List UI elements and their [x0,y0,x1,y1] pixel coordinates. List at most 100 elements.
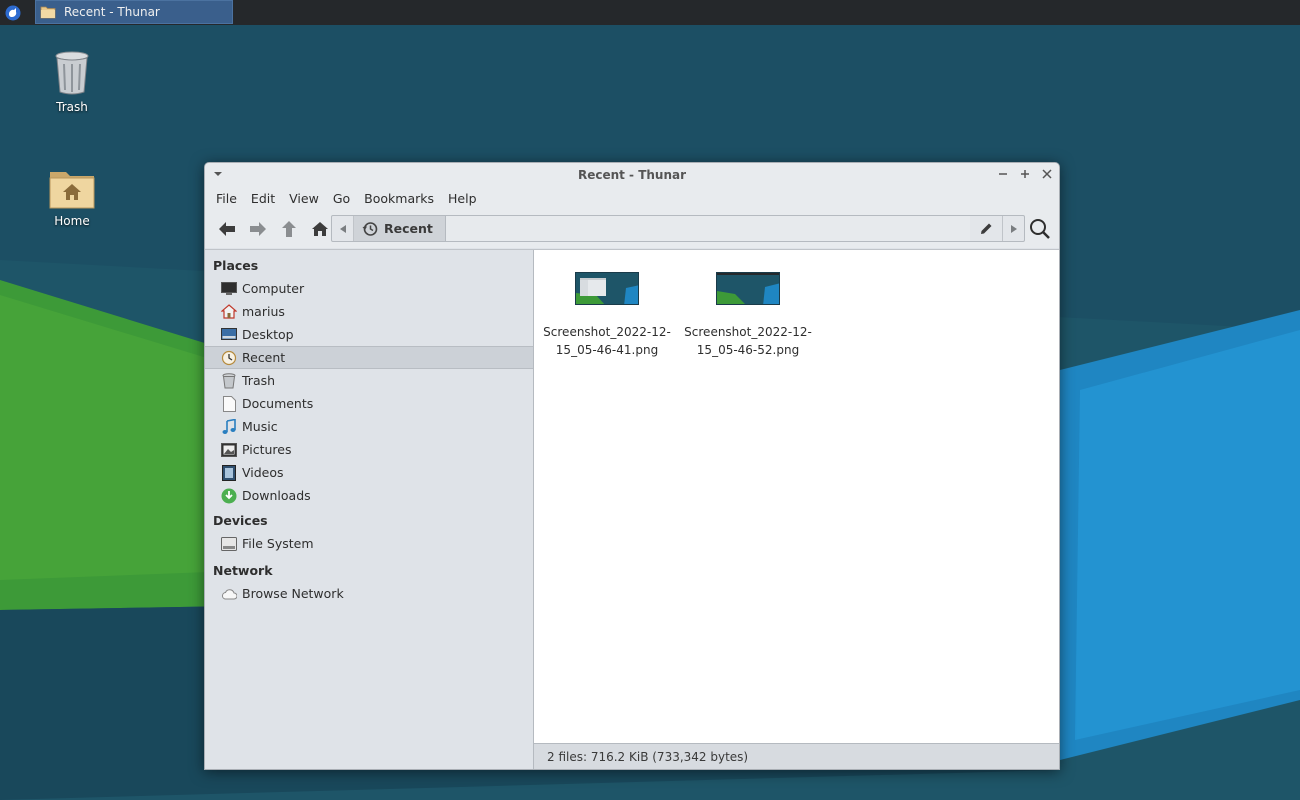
thunar-window: Recent - Thunar File Edit View Go Bookma… [204,162,1060,770]
network-heading: Network [213,563,273,578]
path-scroll-right-button[interactable] [1002,216,1024,241]
window-title: Recent - Thunar [577,167,687,182]
home-icon [311,222,328,236]
content-area: Places Computer marius Desktop Recent Tr… [205,249,1059,769]
document-icon [220,395,238,412]
trash-icon [220,372,238,389]
arrow-up-icon [281,221,296,237]
sidebar-item-marius[interactable]: marius [205,300,533,323]
xfce-logo-icon [5,5,21,20]
search-button[interactable] [1029,218,1051,243]
sidebar-item-label: Videos [242,465,284,480]
menu-edit[interactable]: Edit [244,191,282,206]
videos-icon [220,464,238,481]
sidebar-item-label: Pictures [242,442,292,457]
sidebar-item-label: Desktop [242,327,294,342]
close-icon [1042,169,1052,179]
sidebar-item-label: Recent [242,350,286,365]
menu-file[interactable]: File [209,191,244,206]
sidebar-item-trash[interactable]: Trash [205,369,533,392]
top-panel: Recent - Thunar [0,0,1300,25]
sidebar-item-label: File System [242,536,314,551]
downloads-icon [220,488,238,504]
edit-location-button[interactable] [970,216,1002,241]
sidebar-item-label: Trash [242,373,276,388]
sidebar-item-label: Documents [242,396,314,411]
file-thumbnail [575,272,639,305]
maximize-icon [1021,170,1029,178]
file-item[interactable]: Screenshot_2022-12-15_05-46-52.png [683,272,813,359]
file-item[interactable]: Screenshot_2022-12-15_05-46-41.png [542,272,672,359]
maximize-button[interactable] [1019,167,1031,181]
taskbar-window-button[interactable]: Recent - Thunar [35,0,233,24]
file-thumbnail [716,272,780,305]
menu-bookmarks[interactable]: Bookmarks [357,191,441,206]
sidebar-item-downloads[interactable]: Downloads [205,484,533,507]
pictures-icon [220,442,238,458]
devices-heading: Devices [213,513,268,528]
path-bar: Recent [331,215,1025,242]
sidebar-item-label: Computer [242,281,305,296]
sidebar-item-label: Downloads [242,488,311,503]
recent-icon [220,350,238,366]
music-icon [220,418,238,435]
desktop-trash[interactable]: Trash [32,50,112,114]
forward-button[interactable] [242,215,273,243]
menu-go[interactable]: Go [326,191,357,206]
sidebar-item-browse-network[interactable]: Browse Network [205,582,533,605]
file-name: Screenshot_2022-12-15_05-46-41.png [543,325,671,357]
path-empty-area[interactable] [445,216,970,241]
minimize-button[interactable] [997,167,1009,181]
toolbar: Recent [205,210,1059,248]
triangle-right-icon [1010,224,1017,233]
sidebar-item-label: Music [242,419,278,434]
file-view: Screenshot_2022-12-15_05-46-41.png Scree… [534,250,1059,769]
back-button[interactable] [211,215,242,243]
trash-icon [55,51,89,95]
path-current-label: Recent [384,221,433,236]
desktop-trash-label: Trash [56,100,88,114]
sidebar-item-documents[interactable]: Documents [205,392,533,415]
menu-help[interactable]: Help [441,191,484,206]
arrow-right-icon [249,222,266,236]
applications-menu-button[interactable] [0,0,26,25]
sidebar-item-desktop[interactable]: Desktop [205,323,533,346]
home-folder-icon [49,172,95,209]
triangle-left-icon [339,224,346,233]
desktop-home[interactable]: Home [32,168,112,228]
sidebar-item-pictures[interactable]: Pictures [205,438,533,461]
status-bar: 2 files: 716.2 KiB (733,342 bytes) [534,743,1059,769]
places-heading: Places [213,258,259,273]
up-button[interactable] [273,215,304,243]
title-bar[interactable]: Recent - Thunar [205,163,1059,186]
sidebar-item-file-system[interactable]: File System [205,532,533,555]
folder-icon [40,6,56,19]
desktop-icon [220,327,238,343]
path-button-recent[interactable]: Recent [354,216,446,241]
taskbar-window-label: Recent - Thunar [64,5,160,19]
close-button[interactable] [1041,167,1053,181]
path-scroll-left-button[interactable] [332,216,354,241]
network-icon [220,586,238,602]
pencil-icon [981,223,992,234]
history-icon [362,221,378,236]
sidebar-item-label: marius [242,304,285,319]
computer-icon [220,281,238,297]
sidebar-item-videos[interactable]: Videos [205,461,533,484]
sidebar-item-music[interactable]: Music [205,415,533,438]
menu-bar: File Edit View Go Bookmarks Help [205,186,1059,210]
sidebar-item-label: Browse Network [242,586,344,601]
arrow-left-icon [218,222,235,236]
desktop-home-label: Home [54,214,90,228]
sidebar-item-computer[interactable]: Computer [205,277,533,300]
minimize-icon [999,173,1007,175]
status-text: 2 files: 716.2 KiB (733,342 bytes) [547,749,749,764]
search-icon [1030,219,1050,239]
home-icon [220,304,238,320]
window-controls [997,167,1053,181]
drive-icon [220,536,238,552]
menu-view[interactable]: View [282,191,326,206]
sidebar-item-recent[interactable]: Recent [205,346,533,369]
icon-view[interactable]: Screenshot_2022-12-15_05-46-41.png Scree… [534,250,1059,743]
file-name: Screenshot_2022-12-15_05-46-52.png [684,325,812,357]
